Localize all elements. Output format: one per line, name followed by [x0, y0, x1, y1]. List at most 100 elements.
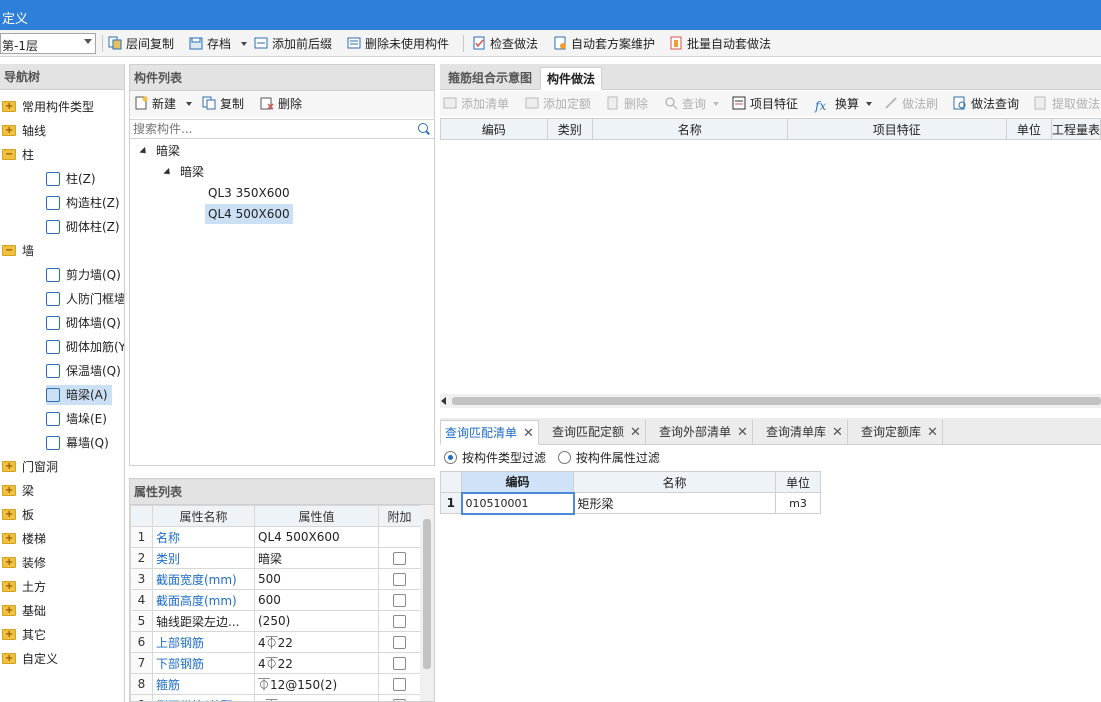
unit-cell[interactable]: m3 [775, 492, 821, 514]
nav-item[interactable]: 梁 [2, 481, 34, 501]
property-row[interactable]: 4 截面高度(mm) 600 [130, 589, 421, 611]
nav-item[interactable]: 基础 [2, 601, 46, 621]
property-value[interactable]: 600 [254, 589, 379, 611]
attach-checkbox[interactable] [393, 615, 406, 628]
nav-item[interactable]: 砌体加筋(Y) [46, 337, 124, 357]
column-header[interactable]: 名称 [573, 471, 776, 493]
property-value[interactable]: 500 [254, 568, 379, 590]
nav-item[interactable]: 保温墙(Q) [46, 361, 124, 381]
nav-item[interactable]: 柱 [2, 145, 34, 165]
nav-item[interactable]: 砌体柱(Z) [46, 217, 124, 237]
tree-node-ql4[interactable]: QL4 500X600 [205, 204, 293, 224]
property-row[interactable]: 7 下部钢筋 4⏁22 [130, 652, 421, 674]
add-list-button[interactable]: 添加清单 [443, 94, 509, 114]
close-icon[interactable]: ✕ [523, 426, 534, 441]
add-prefix-suffix-button[interactable]: 添加前后缀 [254, 34, 332, 54]
column-header[interactable]: 工程量表 [1050, 118, 1101, 140]
column-header[interactable]: 类别 [546, 118, 593, 140]
horizontal-scrollbar[interactable] [440, 394, 1101, 408]
tab-query-list-library[interactable]: 查询清单库 ✕ [762, 420, 848, 445]
property-row[interactable]: 5 轴线距梁左边... (250) [130, 610, 421, 632]
column-header[interactable]: 单位 [1005, 118, 1052, 140]
nav-item[interactable]: 人防门框墙 [46, 289, 124, 309]
copy-between-floors-button[interactable]: 层间复制 [108, 34, 174, 54]
tree-node-anliang-group[interactable]: 暗梁 [139, 141, 180, 161]
nav-item[interactable]: 暗梁(A) [46, 385, 112, 405]
column-header[interactable]: 编码 [461, 471, 574, 493]
attach-checkbox[interactable] [393, 657, 406, 670]
check-method-button[interactable]: 检查做法 [472, 34, 538, 54]
nav-item[interactable]: 墙 [2, 241, 34, 261]
tree-node-anliang[interactable]: 暗梁 [163, 162, 204, 182]
expand-arrow-icon[interactable] [139, 146, 149, 157]
column-header[interactable]: 名称 [591, 118, 788, 140]
property-value[interactable]: 4⏁22 [254, 652, 379, 674]
tab-query-match-list[interactable]: 查询匹配清单 ✕ [440, 420, 539, 445]
auto-plan-maintain-button[interactable]: 自动套方案维护 [553, 34, 655, 54]
column-header[interactable]: 编码 [440, 118, 548, 140]
item-feature-button[interactable]: 项目特征 [732, 94, 798, 114]
nav-item[interactable]: 门窗洞 [2, 457, 58, 477]
attach-checkbox[interactable] [393, 594, 406, 607]
nav-item[interactable]: 楼梯 [2, 529, 46, 549]
tab-query-quota-library[interactable]: 查询定额库 ✕ [857, 420, 943, 445]
tab-component-method[interactable]: 构件做法 [540, 67, 603, 90]
name-cell[interactable]: 矩形梁 [573, 492, 776, 514]
property-value[interactable]: 4⏁22 [254, 631, 379, 653]
nav-item[interactable]: 构造柱(Z) [46, 193, 124, 213]
method-query-button[interactable]: 做法查询 [953, 94, 1019, 114]
attach-checkbox[interactable] [393, 552, 406, 565]
new-component-button[interactable]: 新建 [134, 94, 192, 114]
code-cell[interactable]: 010510001 [460, 491, 575, 515]
nav-item[interactable]: 装修 [2, 553, 46, 573]
delete-method-button[interactable]: 删除 [606, 94, 648, 114]
column-header[interactable]: 单位 [775, 471, 821, 493]
nav-item[interactable]: 墙垛(E) [46, 409, 111, 429]
vertical-scrollbar[interactable] [420, 505, 434, 701]
nav-item[interactable]: 其它 [2, 625, 46, 645]
nav-item[interactable]: 剪力墙(Q) [46, 265, 124, 285]
property-row[interactable]: 6 上部钢筋 4⏁22 [130, 631, 421, 653]
attach-checkbox[interactable] [393, 678, 406, 691]
batch-auto-method-button[interactable]: 批量自动套做法 [669, 34, 771, 54]
table-row[interactable]: 1 010510001 矩形梁 m3 [440, 491, 821, 515]
search-input[interactable] [130, 120, 410, 138]
tab-stirrup-diagram[interactable]: 箍筋组合示意图 [442, 67, 538, 90]
property-row[interactable]: 2 类别 暗梁 [130, 547, 421, 569]
property-row[interactable]: 1 名称 QL4 500X600 [130, 526, 421, 548]
delete-unused-button[interactable]: 删除未使用构件 [347, 34, 449, 54]
nav-item[interactable]: 常用构件类型 [2, 97, 94, 117]
property-row[interactable]: 8 箍筋 ⏁12@150(2) [130, 673, 421, 695]
method-brush-button[interactable]: 做法刷 [884, 94, 938, 114]
property-value[interactable]: QL4 500X600 [254, 526, 379, 548]
nav-item[interactable]: 土方 [2, 577, 46, 597]
archive-button[interactable]: 存档 [189, 34, 247, 54]
add-quota-button[interactable]: 添加定额 [525, 94, 591, 114]
attach-checkbox[interactable] [393, 573, 406, 586]
query-button[interactable]: 查询 [664, 94, 719, 114]
tree-node-ql3[interactable]: QL3 350X600 [205, 183, 293, 203]
close-icon[interactable]: ✕ [832, 425, 843, 440]
expand-arrow-icon[interactable] [163, 167, 173, 178]
nav-item[interactable]: 板 [2, 505, 34, 525]
close-icon[interactable]: ✕ [630, 425, 641, 440]
property-row[interactable]: 9侧面纵筋(总配...4⏁14 [130, 694, 421, 701]
scroll-thumb[interactable] [452, 397, 1101, 405]
search-icon[interactable] [418, 123, 428, 133]
close-icon[interactable]: ✕ [737, 425, 748, 440]
filter-by-type-radio[interactable]: 按构件类型过滤 [444, 451, 546, 465]
copy-component-button[interactable]: 复制 [202, 94, 244, 114]
nav-item[interactable]: 砌体墙(Q) [46, 313, 124, 333]
attach-checkbox[interactable] [393, 636, 406, 649]
tab-query-match-quota[interactable]: 查询匹配定额 ✕ [548, 420, 646, 445]
scroll-thumb[interactable] [423, 519, 431, 669]
close-icon[interactable]: ✕ [927, 425, 938, 440]
nav-item[interactable]: 自定义 [2, 649, 58, 669]
delete-component-button[interactable]: 删除 [260, 94, 302, 114]
radio-icon[interactable] [557, 451, 571, 464]
property-value[interactable]: (250) [254, 610, 379, 632]
convert-button[interactable]: fx 换算 [815, 94, 872, 114]
property-value[interactable]: 暗梁 [254, 547, 379, 569]
radio-selected-icon[interactable] [444, 451, 457, 464]
filter-by-attr-radio[interactable]: 按构件属性过滤 [557, 451, 660, 465]
